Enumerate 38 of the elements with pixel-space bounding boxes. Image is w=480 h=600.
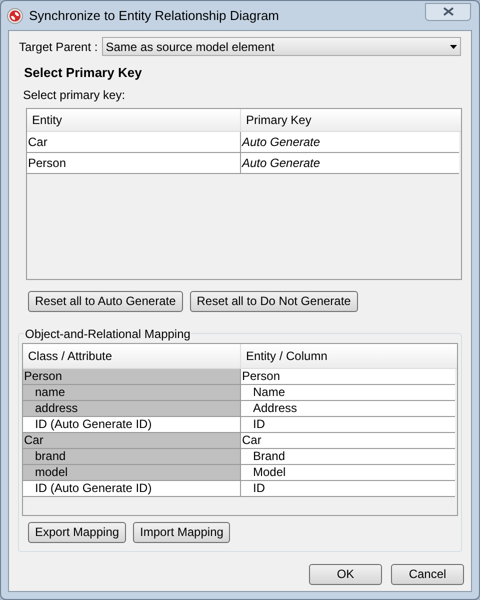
table-cell-text: Person [241,368,282,384]
group-title: Object-and-Relational Mapping [24,326,192,342]
table-cell-text: Brand [252,448,286,464]
section-heading: Select Primary Key [24,64,143,82]
close-button[interactable] [425,2,471,20]
close-icon [442,7,454,16]
table-cell: model [23,464,241,480]
dropdown-arrow-icon [450,44,457,48]
target-parent-dropdown[interactable]: Same as source model element [102,37,461,56]
table-cell: Car [27,132,241,152]
instruction-text: Select primary key: [23,86,126,104]
table-cell: name [23,384,241,400]
table-cell: Person [27,152,241,172]
table-cell: address [23,400,241,416]
button[interactable]: Reset all to Auto Generate [28,290,183,312]
button[interactable]: Import Mapping [133,522,230,542]
column-header[interactable]: Primary Key [241,108,461,130]
table-cell-text: Model [252,464,287,480]
column-header[interactable]: Entity / Column [241,344,457,368]
window-title: Synchronize to Entity Relationship Diagram [29,6,280,25]
button[interactable]: Cancel [391,564,464,584]
column-header[interactable]: Class / Attribute [23,344,241,368]
button[interactable]: Reset all to Do Not Generate [190,290,358,312]
table-cell: brand [23,448,241,464]
button[interactable]: Export Mapping [28,522,126,542]
column-header[interactable]: Entity [27,108,241,130]
table-cell-text: Car [241,432,262,448]
table-cell-text: ID [252,480,266,496]
table-cell[interactable]: Auto Generate [241,152,459,172]
table-cell-text: Name [252,384,286,400]
table-cell: Person [23,368,241,384]
button[interactable]: OK [309,564,382,584]
table-cell[interactable]: Auto Generate [241,132,459,152]
table-cell-text: Address [252,400,298,416]
table-cell-text: ID [252,416,266,432]
app-logo-icon [7,8,23,24]
target-parent-label: Target Parent : [19,38,98,56]
table-cell: Car [23,432,241,448]
